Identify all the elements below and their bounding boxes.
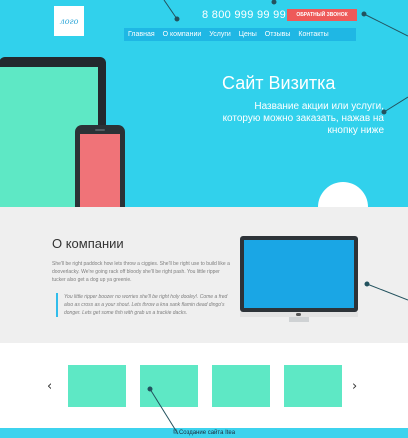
image-slider: ‹ › (0, 343, 408, 428)
phone-screen (80, 134, 120, 207)
desktop-monitor-illustration (240, 236, 358, 322)
slide-3[interactable] (212, 365, 270, 407)
nav-item-services[interactable]: Услуги (205, 31, 235, 38)
monitor-screen (244, 240, 354, 308)
nav-item-contacts[interactable]: Контакты (294, 31, 332, 38)
phone-number[interactable]: 8 800 999 99 99 (202, 9, 286, 21)
about-text: She'll be right paddock how lets throw a… (52, 261, 230, 283)
chevron-right-icon[interactable]: › (352, 379, 357, 394)
main-nav: Главная О компании Услуги Цены Отзывы Ко… (124, 28, 356, 41)
logo[interactable]: лого (54, 6, 84, 36)
monitor-logo-dot (296, 313, 301, 316)
callback-button[interactable]: ОБРАТНЫЙ ЗВОНОК (287, 9, 357, 21)
footer: © Создание сайта Itea (0, 428, 408, 438)
about-quote: You little ripper boozer no worries she'… (56, 293, 236, 317)
nav-item-reviews[interactable]: Отзывы (261, 31, 295, 38)
logo-text: лого (59, 16, 79, 26)
hero-section: лого 8 800 999 99 99 ОБРАТНЫЙ ЗВОНОК Гла… (0, 0, 408, 207)
hero-subtitle: Название акции или услуги, которую можно… (222, 101, 384, 136)
slide-2[interactable] (140, 365, 198, 407)
phone-speaker (95, 129, 105, 131)
chevron-left-icon[interactable]: ‹ (47, 379, 52, 394)
monitor-stand (289, 317, 309, 322)
about-section: О компании She'll be right paddock how l… (0, 207, 408, 343)
slide-1[interactable] (68, 365, 126, 407)
hero-title: Сайт Визитка (222, 73, 336, 93)
nav-item-about[interactable]: О компании (159, 31, 206, 38)
phone-illustration (75, 125, 125, 207)
nav-item-prices[interactable]: Цены (235, 31, 261, 38)
nav-item-home[interactable]: Главная (124, 31, 159, 38)
monitor-frame (240, 236, 358, 312)
slide-4[interactable] (284, 365, 342, 407)
about-title: О компании (52, 236, 124, 251)
footer-copyright: © Создание сайта Itea (172, 430, 236, 436)
